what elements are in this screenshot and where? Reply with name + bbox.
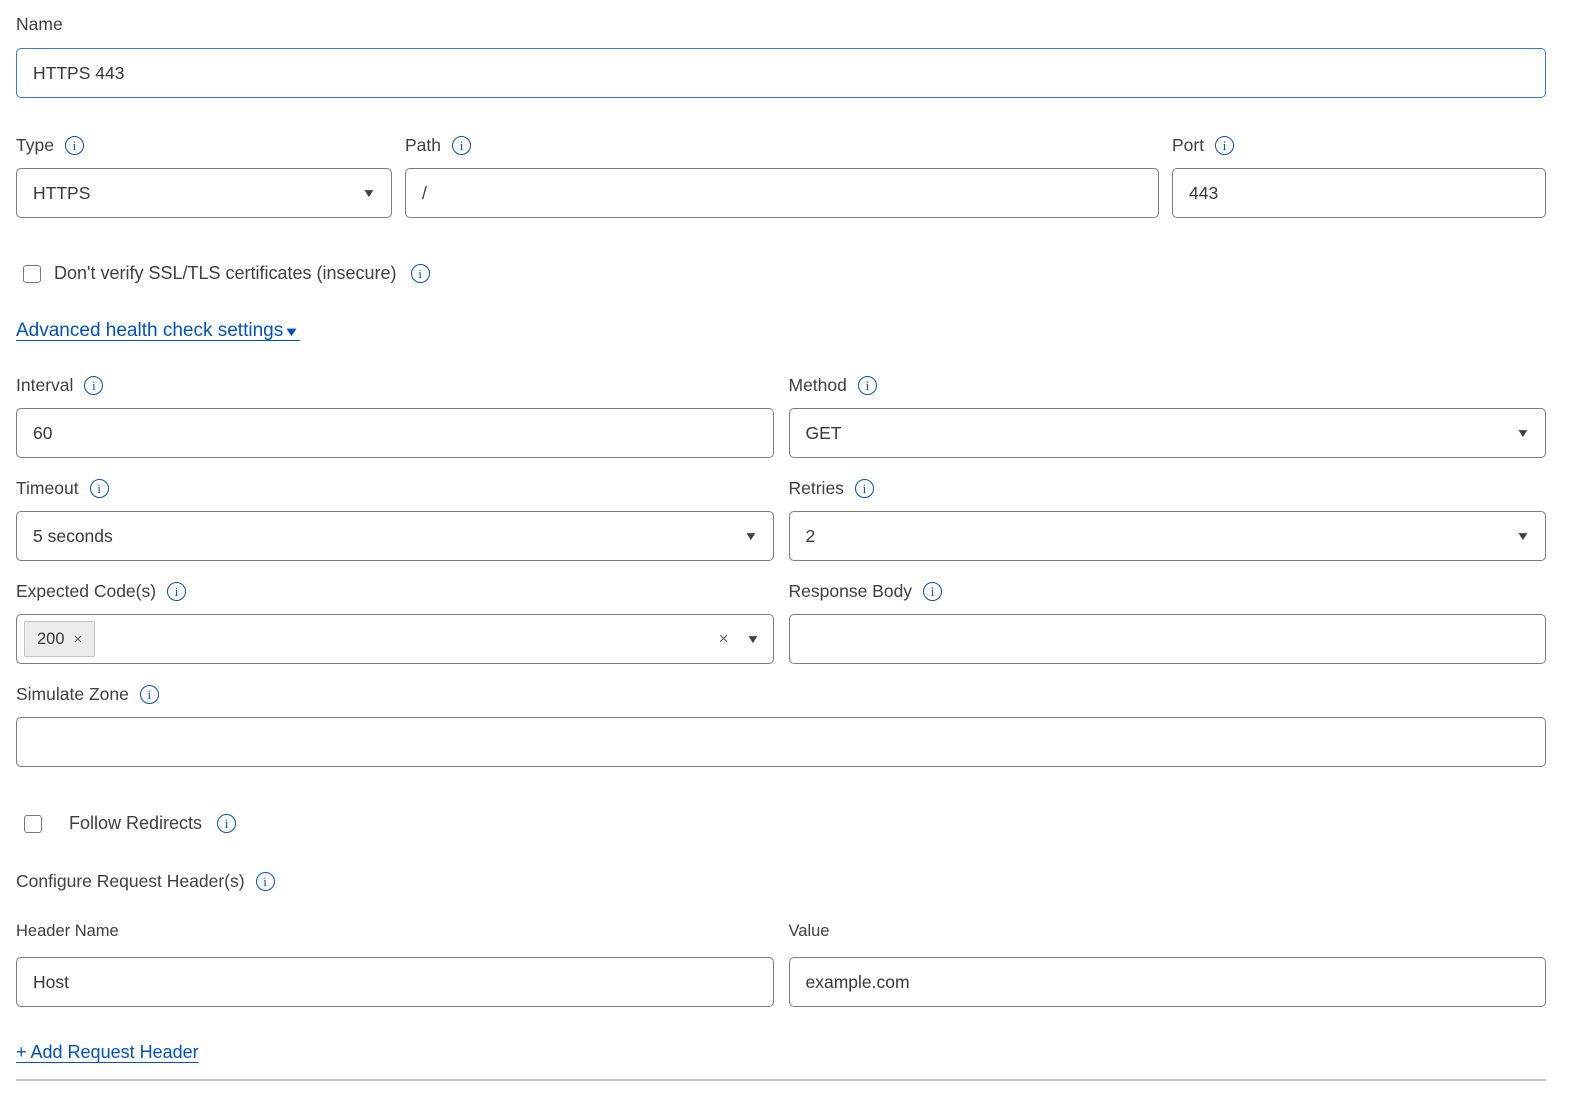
timeout-select[interactable]: 5 seconds ▼ [16, 511, 774, 561]
retries-label: Retries i [789, 478, 874, 499]
advanced-settings-link-text: Advanced health check settings [16, 320, 283, 342]
ssl-verify-label: Don't verify SSL/TLS certificates (insec… [54, 263, 397, 284]
info-icon[interactable]: i [1215, 136, 1234, 155]
header-name-input[interactable] [16, 957, 774, 1007]
ssl-verify-checkbox[interactable] [23, 265, 41, 283]
chevron-down-icon: ▼ [743, 529, 758, 543]
retries-select-value: 2 [806, 526, 816, 547]
port-input[interactable] [1172, 168, 1546, 218]
timeout-label: Timeout i [16, 478, 109, 499]
info-icon[interactable]: i [65, 136, 84, 155]
expected-code-tag: 200 × [24, 621, 95, 657]
type-select-value: HTTPS [33, 183, 90, 204]
name-input[interactable] [16, 48, 1546, 98]
info-icon[interactable]: i [90, 479, 109, 498]
header-value-input[interactable] [789, 957, 1547, 1007]
info-icon[interactable]: i [923, 582, 942, 601]
port-label: Port i [1172, 135, 1234, 156]
info-icon[interactable]: i [452, 136, 471, 155]
retries-select[interactable]: 2 ▼ [789, 511, 1547, 561]
interval-label: Interval i [16, 375, 103, 396]
response-body-label: Response Body i [789, 581, 943, 602]
expected-codes-label: Expected Code(s) i [16, 581, 186, 602]
path-label: Path i [405, 135, 471, 156]
method-label-text: Method [789, 375, 847, 396]
health-check-form: Name Type i HTTPS ▼ Path i [0, 0, 1570, 1081]
timeout-select-value: 5 seconds [33, 526, 113, 547]
chevron-down-icon[interactable]: ▼ [745, 632, 760, 646]
expected-codes-label-text: Expected Code(s) [16, 581, 156, 602]
chevron-down-icon: ▼ [362, 186, 377, 200]
triangle-down-icon: ▼ [283, 324, 300, 339]
port-label-text: Port [1172, 135, 1204, 156]
expected-code-tag-text: 200 [37, 630, 65, 649]
type-select[interactable]: HTTPS ▼ [16, 168, 392, 218]
response-body-input[interactable] [789, 614, 1547, 664]
type-label-text: Type [16, 135, 54, 156]
timeout-label-text: Timeout [16, 478, 79, 499]
follow-redirects-checkbox[interactable] [24, 815, 42, 833]
simulate-zone-label-text: Simulate Zone [16, 684, 129, 705]
method-select-value: GET [806, 423, 842, 444]
response-body-label-text: Response Body [789, 581, 913, 602]
type-label: Type i [16, 135, 84, 156]
interval-label-text: Interval [16, 375, 73, 396]
chevron-down-icon: ▼ [1516, 426, 1531, 440]
info-icon[interactable]: i [217, 814, 236, 833]
info-icon[interactable]: i [167, 582, 186, 601]
info-icon[interactable]: i [84, 376, 103, 395]
info-icon[interactable]: i [140, 685, 159, 704]
info-icon[interactable]: i [411, 264, 430, 283]
advanced-settings-link[interactable]: Advanced health check settings ▼ [16, 320, 298, 342]
retries-label-text: Retries [789, 478, 844, 499]
info-icon[interactable]: i [858, 376, 877, 395]
path-input[interactable] [405, 168, 1159, 218]
info-icon[interactable]: i [855, 479, 874, 498]
simulate-zone-label: Simulate Zone i [16, 684, 159, 705]
method-select[interactable]: GET ▼ [789, 408, 1547, 458]
info-icon[interactable]: i [256, 872, 275, 891]
simulate-zone-input[interactable] [16, 717, 1546, 767]
header-value-label: Value [789, 922, 830, 941]
add-request-header-link[interactable]: + Add Request Header [16, 1042, 199, 1062]
request-headers-section-label-text: Configure Request Header(s) [16, 871, 245, 892]
method-label: Method i [789, 375, 877, 396]
request-headers-section-label: Configure Request Header(s) i [16, 871, 275, 892]
divider [16, 1079, 1546, 1081]
clear-all-icon[interactable]: × [719, 629, 729, 649]
path-label-text: Path [405, 135, 441, 156]
interval-input[interactable] [16, 408, 774, 458]
chevron-down-icon: ▼ [1516, 529, 1531, 543]
tag-remove-icon[interactable]: × [74, 631, 83, 648]
expected-codes-multiselect[interactable]: 200 × × ▼ [16, 614, 774, 664]
request-header-row: Header Name Value [16, 922, 1546, 1007]
header-name-label: Header Name [16, 922, 119, 941]
follow-redirects-label: Follow Redirects [69, 813, 202, 834]
name-label: Name [16, 14, 63, 35]
